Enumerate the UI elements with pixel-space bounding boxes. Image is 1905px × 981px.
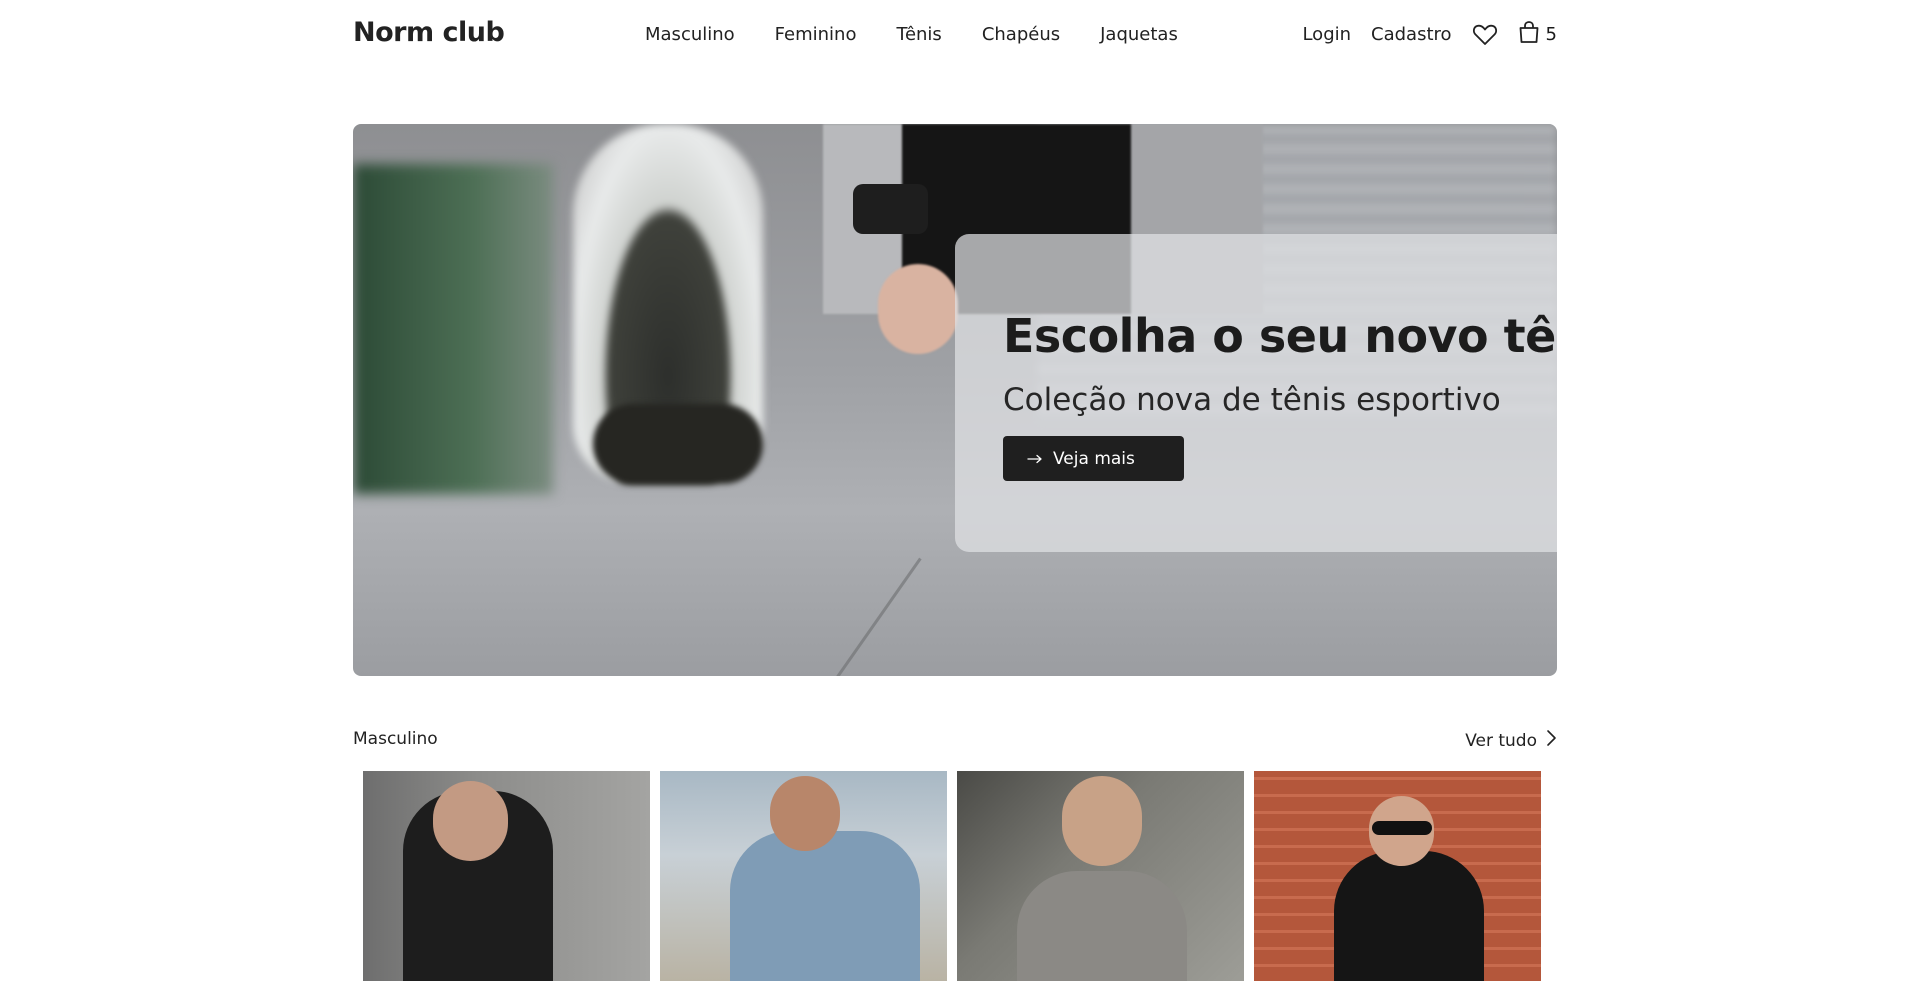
cart-count: 5	[1545, 24, 1557, 45]
bag-icon	[1518, 20, 1540, 49]
product-model-head	[433, 781, 508, 861]
nav-item-masculino[interactable]: Masculino	[645, 24, 735, 45]
product-image	[730, 831, 920, 981]
hero-watch	[853, 184, 928, 234]
chevron-right-icon	[1545, 729, 1557, 752]
sunglasses	[1372, 821, 1432, 835]
product-model-head	[1062, 776, 1142, 866]
nav-item-tenis[interactable]: Tênis	[896, 24, 941, 45]
product-image	[1017, 871, 1187, 981]
nav-item-jaquetas[interactable]: Jaquetas	[1100, 24, 1178, 45]
login-link[interactable]: Login	[1302, 24, 1351, 45]
product-list	[363, 771, 1541, 981]
hero-title: Escolha o seu novo tênis	[1003, 309, 1557, 363]
site-header: Norm club Masculino Feminino Tênis Chapé…	[0, 0, 1905, 70]
hero-hand	[878, 264, 958, 354]
hero-card: Escolha o seu novo tênis Coleção nova de…	[955, 234, 1557, 552]
product-card[interactable]	[363, 771, 650, 981]
hero-background-image	[353, 164, 553, 494]
hero-shoe-sole	[593, 404, 763, 484]
heart-icon[interactable]	[1472, 23, 1498, 47]
main-nav: Masculino Feminino Tênis Chapéus Jaqueta…	[645, 24, 1178, 45]
hero-banner: Escolha o seu novo tênis Coleção nova de…	[353, 124, 1557, 676]
hero-subtitle: Coleção nova de tênis esportivo	[1003, 382, 1501, 418]
hero-ground-line	[827, 557, 922, 676]
see-more-label: Veja mais	[1053, 448, 1135, 469]
user-area: Login Cadastro 5	[1302, 20, 1557, 49]
nav-item-feminino[interactable]: Feminino	[775, 24, 857, 45]
arrow-right-icon	[1027, 449, 1043, 469]
see-all-label: Ver tudo	[1465, 730, 1537, 751]
product-card[interactable]	[660, 771, 947, 981]
nav-item-chapeus[interactable]: Chapéus	[982, 24, 1060, 45]
signup-link[interactable]: Cadastro	[1371, 24, 1452, 45]
see-all-link[interactable]: Ver tudo	[1465, 729, 1557, 752]
see-more-button[interactable]: Veja mais	[1003, 436, 1184, 481]
brand-logo[interactable]: Norm club	[353, 17, 505, 48]
product-model-head	[770, 776, 840, 851]
product-image	[1334, 851, 1484, 981]
cart-button[interactable]: 5	[1518, 20, 1557, 49]
product-card[interactable]	[1254, 771, 1541, 981]
product-card[interactable]	[957, 771, 1244, 981]
section-title: Masculino	[353, 729, 438, 749]
